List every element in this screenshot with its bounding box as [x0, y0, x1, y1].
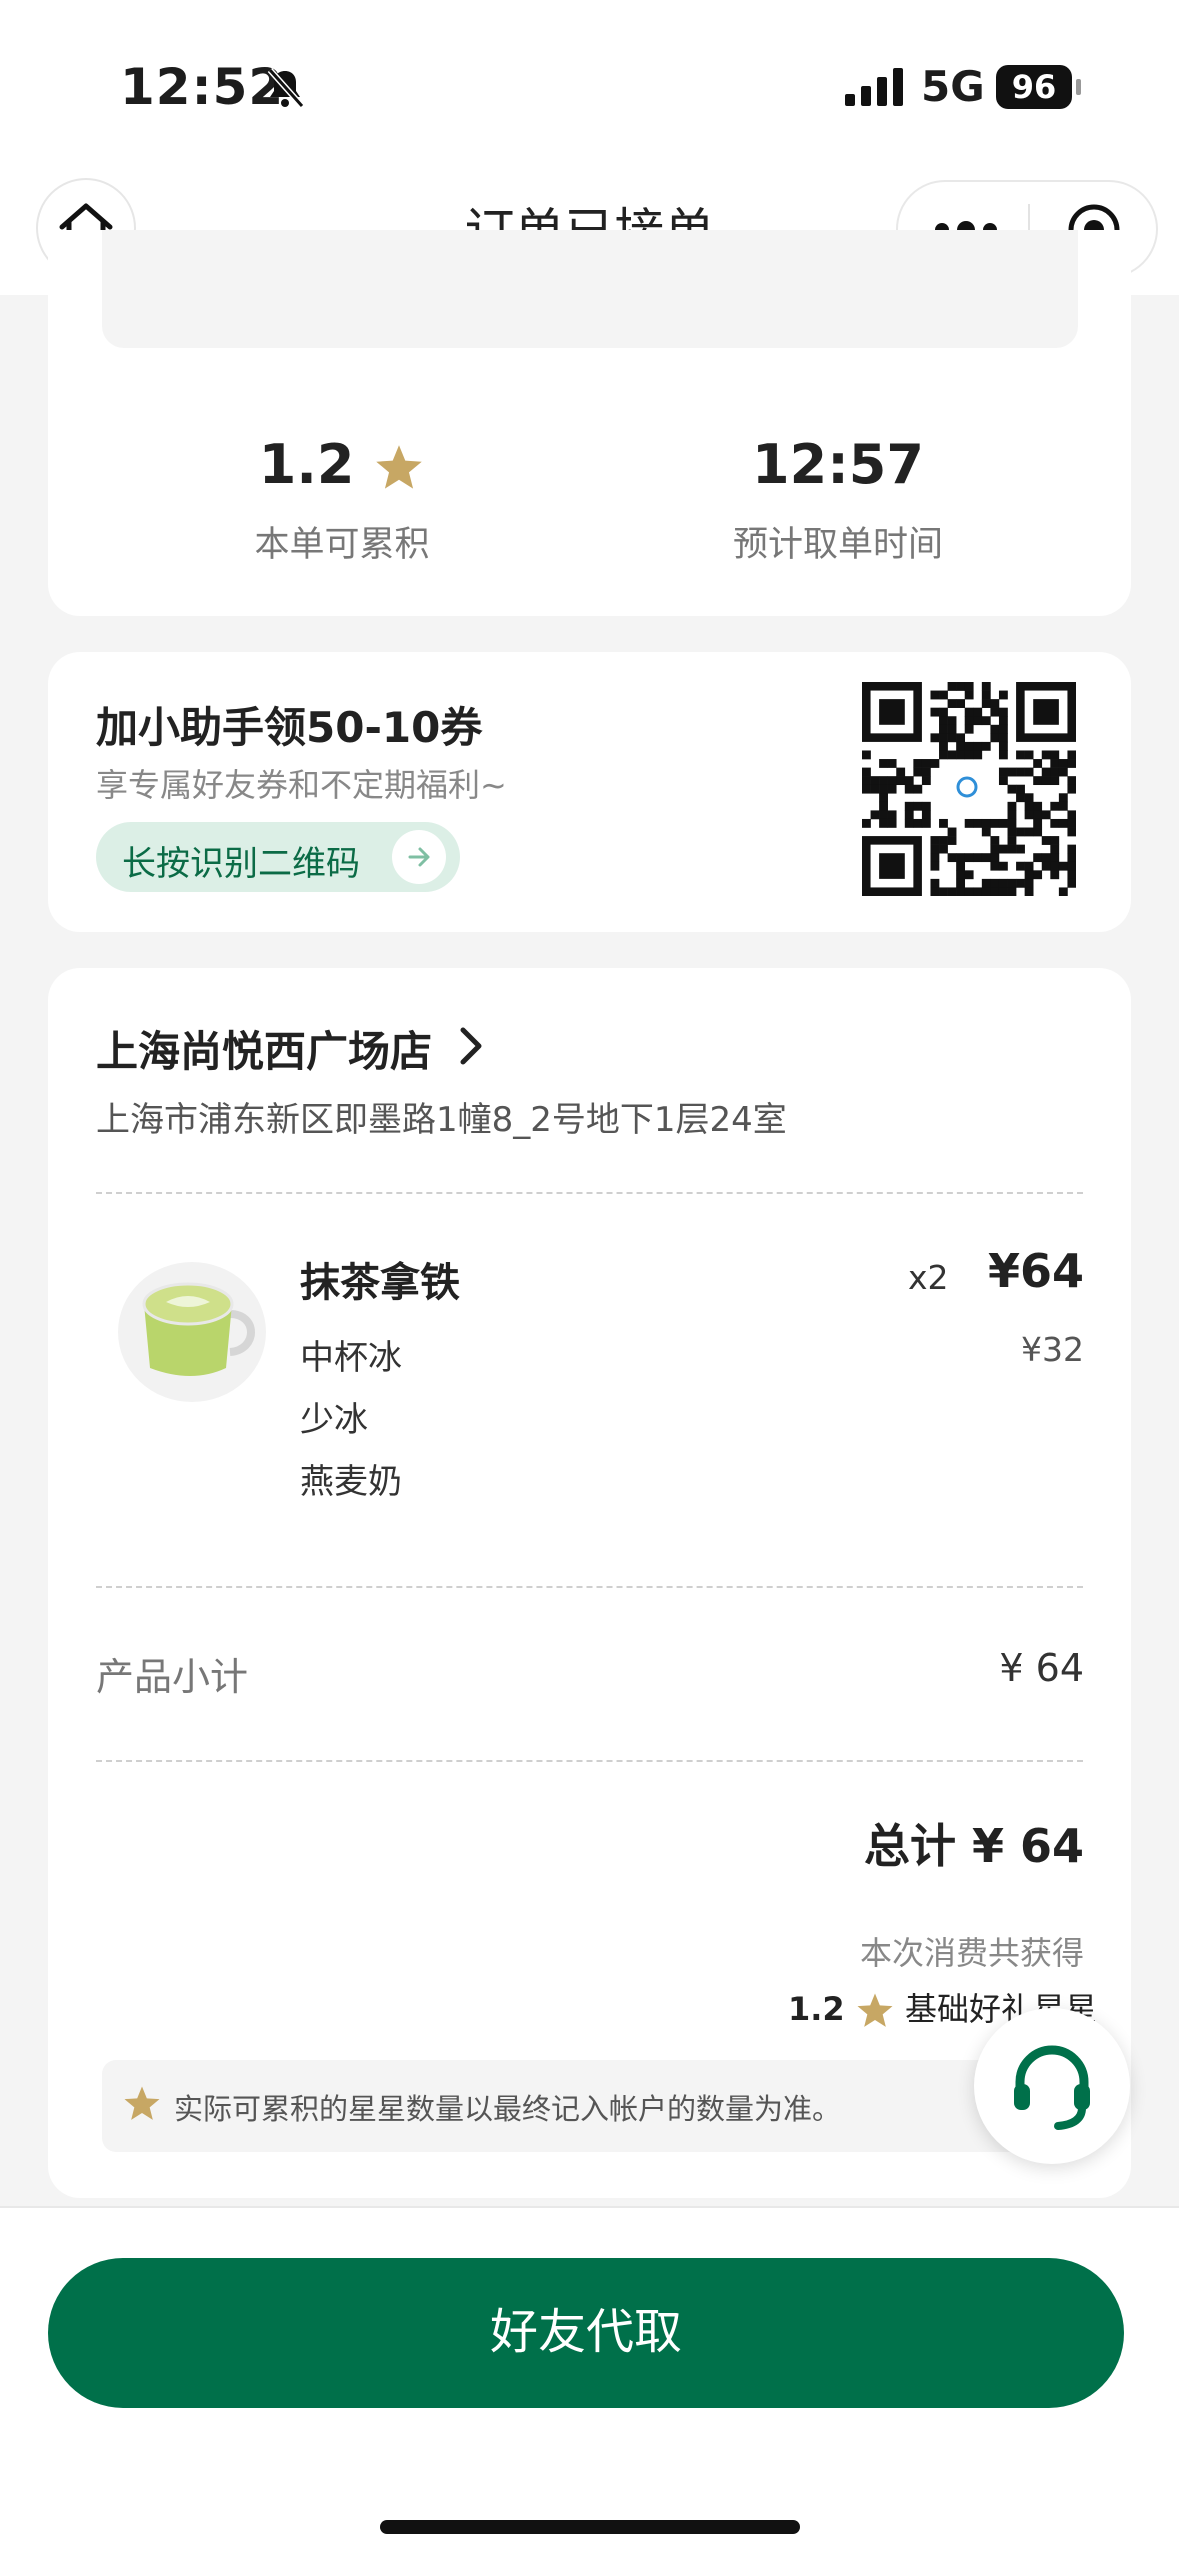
bell-muted-icon — [267, 68, 305, 108]
order-summary-card: 1.2 本单可累积 12:57 预计取单时间 — [48, 230, 1131, 616]
earn-stars-value: 1.2 — [788, 1990, 845, 2028]
store-address: 上海市浦东新区即墨路1幢8_2号地下1层24室 — [96, 1100, 787, 1140]
network-type: 5G — [921, 62, 985, 111]
scan-qr-button[interactable]: 长按识别二维码 — [96, 822, 460, 892]
divider — [96, 1760, 1083, 1762]
divider — [96, 1192, 1083, 1194]
battery-tip — [1076, 79, 1081, 95]
stars-label: 本单可累积 — [254, 525, 430, 565]
earn-label: 本次消费共获得 — [859, 1934, 1084, 1972]
pickup-time-stat: 12:57 预计取单时间 — [628, 430, 1048, 567]
item-option-ice: 少冰 — [300, 1400, 368, 1440]
promo-card: 加小助手领50-10券 享专属好友券和不定期福利~ 长按识别二维码 — [48, 652, 1131, 932]
item-name: 抹茶拿铁 — [300, 1260, 460, 1306]
stars-stat: 1.2 本单可累积 — [132, 430, 552, 567]
customer-support-button[interactable] — [974, 2008, 1130, 2164]
item-quantity: x2 — [908, 1258, 949, 1297]
scan-qr-label: 长按识别二维码 — [122, 844, 360, 884]
qr-code[interactable] — [862, 682, 1076, 896]
home-indicator[interactable] — [380, 2520, 800, 2534]
subtotal-value: ¥ 64 — [999, 1646, 1084, 1690]
promo-title: 加小助手领50-10券 — [96, 703, 483, 752]
divider — [96, 1586, 1083, 1588]
arrow-right-icon — [392, 830, 446, 884]
notice-text: 实际可累积的星星数量以最终记入帐户的数量为准。 — [174, 2092, 842, 2126]
pickup-time-value: 12:57 — [752, 433, 924, 496]
star-icon — [124, 2086, 160, 2120]
stars-value: 1.2 — [258, 433, 355, 496]
headset-icon — [1014, 2045, 1090, 2130]
status-time: 12:52 — [120, 58, 285, 116]
pickup-time-label: 预计取单时间 — [732, 525, 943, 565]
order-detail-card: 上海尚悦西广场店 上海市浦东新区即墨路1幢8_2号地下1层24室 抹茶拿铁 中杯… — [48, 968, 1131, 2198]
star-icon — [376, 445, 422, 489]
promo-subtitle: 享专属好友券和不定期福利~ — [96, 766, 507, 804]
item-option-milk: 燕麦奶 — [300, 1462, 402, 1502]
friend-pickup-button[interactable]: 好友代取 — [48, 2258, 1124, 2408]
status-bar: 12:52 5G 96 — [0, 0, 1179, 170]
stars-notice: 实际可累积的星星数量以最终记入帐户的数量为准。 — [102, 2060, 1078, 2152]
battery-indicator: 96 — [996, 65, 1072, 109]
item-unit-price: ¥32 — [1021, 1330, 1084, 1369]
cellular-signal-icon — [845, 68, 903, 106]
item-option-size: 中杯冰 — [300, 1338, 402, 1378]
store-name[interactable]: 上海尚悦西广场店 — [96, 1018, 432, 1079]
matcha-latte-image — [118, 1262, 266, 1402]
progress-strip — [102, 230, 1078, 348]
item-price: ¥64 — [988, 1244, 1085, 1298]
subtotal-label: 产品小计 — [96, 1655, 249, 1699]
order-total: 总计 ¥ 64 — [863, 1819, 1084, 1873]
bottom-action-bar: 好友代取 — [0, 2206, 1179, 2556]
chevron-right-icon[interactable] — [454, 1024, 488, 1068]
star-icon — [857, 1993, 893, 2027]
